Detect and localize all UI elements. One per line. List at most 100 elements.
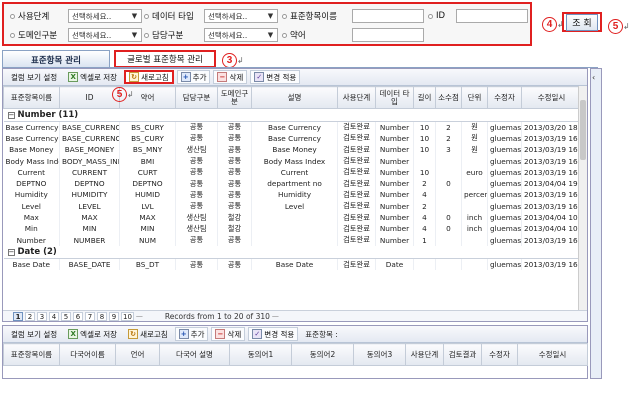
column-header[interactable]: ID [59, 86, 120, 109]
column-header[interactable]: 단위 [461, 86, 488, 109]
scrollbar-thumb[interactable] [580, 100, 586, 160]
column-header[interactable]: 담당구분 [175, 86, 218, 109]
table-row[interactable]: Level LEVEL LVL 공통 공통 Level 검토완료 Number 2 gluemas… [3, 200, 582, 212]
delete-button[interactable]: − 삭제 [213, 70, 248, 84]
usage-stage-select[interactable]: 선택하세요.. ▼ [68, 9, 142, 23]
column-header[interactable]: 수정일시 [517, 343, 588, 366]
column-header[interactable]: 사용단계 [337, 86, 376, 109]
button-label: 변경 적용 [264, 329, 295, 339]
column-view-settings-button[interactable]: 컬럼 보기 설정 [7, 327, 61, 341]
group-row[interactable]: − Date (2) [3, 245, 582, 260]
page-6-button[interactable]: 6 [73, 311, 83, 321]
table-row[interactable]: Base Date BASE_DATE BS_DT 공통 공통 Base Date 검토완료… [3, 258, 582, 271]
column-header[interactable]: 다국어 설명 [159, 343, 230, 366]
bullet-icon [144, 13, 149, 19]
page-3-button[interactable]: 3 [37, 311, 47, 321]
column-header[interactable]: 도메인구분 [217, 86, 252, 109]
column-header[interactable]: 언어 [115, 343, 160, 366]
abbreviation-input[interactable] [352, 28, 424, 42]
table-cell [435, 258, 462, 271]
search-button[interactable]: 조 회 [566, 13, 598, 31]
delete-button[interactable]: − 삭제 [211, 327, 246, 341]
table-row[interactable]: DEPTNO DEPTNO DEPTNO 공통 공통 department no 검토완료 N… [3, 177, 582, 190]
page-5-button[interactable]: 5 [61, 311, 71, 321]
column-header[interactable]: 동의어2 [291, 343, 354, 366]
page-4-button[interactable]: 4 [49, 311, 59, 321]
column-header[interactable]: 동의어1 [229, 343, 292, 366]
tab-bar: 표준항목 관리 글로벌 표준항목 관리 [2, 50, 602, 68]
table-cell: 검토완료 [337, 132, 376, 145]
collapse-icon[interactable]: ‹ [592, 73, 595, 82]
table-cell: gluemast [487, 177, 522, 190]
tab-standard-items[interactable]: 표준항목 관리 [2, 50, 110, 68]
column-header[interactable]: 검토결과 [443, 343, 482, 366]
table-cell: Base Date [251, 258, 338, 271]
refresh-button[interactable]: ↻ 새로고침 [124, 327, 172, 341]
collapse-group-icon[interactable]: − [7, 112, 15, 119]
domain-select[interactable]: 선택하세요.. ▼ [68, 28, 142, 42]
table-cell: 공통 [217, 144, 252, 156]
table-cell: 원 [461, 132, 488, 145]
excel-save-button[interactable]: X 엑셀로 저장 [64, 70, 121, 84]
table-row[interactable]: Base Currency3BASE_CURRENCY3BS_CURY공통공통B… [3, 132, 582, 145]
table-cell: gluemast [487, 234, 522, 246]
table-row[interactable]: Max MAX MAX 생산팀 철강 검토완료 Number 4 0 inch gluemast 20… [3, 211, 582, 224]
refresh-button[interactable]: ↻ 새로고침 [124, 70, 174, 84]
page-9-button[interactable]: 9 [109, 311, 119, 321]
add-button[interactable]: + 추가 [176, 70, 211, 84]
column-header[interactable]: 소수점 [435, 86, 462, 109]
table-row[interactable]: Number NUMBER NUM 공통 공통 검토완료 Number 1 gluemast 20… [3, 234, 582, 246]
table-cell: gluemast [487, 200, 522, 212]
add-button[interactable]: + 추가 [174, 327, 209, 341]
column-view-settings-button[interactable]: 컬럼 보기 설정 [7, 70, 61, 84]
pager-separator: — [135, 312, 143, 320]
tab-global-standard-items[interactable]: 글로벌 표준항목 관리 [114, 50, 216, 68]
table-row[interactable]: Body Mass IndexBODY_MASS_INDEXBMI공통공통Bod… [3, 155, 582, 167]
minus-icon: − [217, 72, 228, 82]
column-header[interactable]: 수정일시 [521, 86, 582, 109]
table-cell [461, 234, 488, 246]
standard-name-input[interactable] [352, 9, 424, 23]
column-header[interactable]: 길이 [413, 86, 436, 109]
table-row[interactable]: Humidity HUMIDITY HUMID 공통 공통 Humidity 검토완료 Num… [3, 189, 582, 201]
page-1-button[interactable]: 1 [13, 311, 23, 321]
table-cell: 4 [413, 189, 436, 201]
data-type-select[interactable]: 선택하세요.. ▼ [204, 9, 278, 23]
column-header[interactable]: 다국어이름 [59, 343, 116, 366]
column-header[interactable]: 표준항목이름 [3, 86, 60, 109]
column-header[interactable]: 데이터 타입 [375, 86, 414, 109]
table-cell: 공통 [217, 155, 252, 167]
apply-changes-button[interactable]: ✓ 변경 적용 [248, 327, 299, 341]
table-row[interactable]: Current CURRENT CURT 공통 공통 Current 검토완료 Number 1… [3, 166, 582, 178]
table-cell: 0 [435, 211, 462, 224]
page-7-button[interactable]: 7 [85, 311, 95, 321]
excel-save-button[interactable]: X 엑셀로 저장 [64, 327, 121, 341]
collapse-group-icon[interactable]: − [7, 249, 15, 257]
table-cell: BS_DT [119, 258, 176, 271]
side-panel-bar[interactable]: ‹ [590, 68, 602, 379]
column-header[interactable]: 수정자 [481, 343, 518, 366]
table-row[interactable]: Base Currency BASE_CURRENCY BS_CURY 공통 공통 Bas… [3, 121, 582, 133]
owner-select[interactable]: 선택하세요.. ▼ [204, 28, 278, 42]
vertical-scrollbar[interactable] [578, 86, 587, 312]
group-header[interactable]: − Date (2) [3, 245, 582, 260]
page-8-button[interactable]: 8 [97, 311, 107, 321]
column-header[interactable]: 표준항목이름 [3, 343, 60, 366]
table-cell [413, 155, 436, 167]
column-header[interactable]: 동의어3 [353, 343, 406, 366]
column-header[interactable]: 설명 [251, 86, 338, 109]
table-cell: 1 [413, 234, 436, 246]
table-cell: Base Money [251, 144, 338, 156]
page-10-button[interactable]: 10 [121, 311, 134, 321]
group-header[interactable]: − Number (11) [3, 108, 582, 122]
column-header[interactable]: 사용단계 [405, 343, 444, 366]
table-row[interactable]: Min MIN MIN 생산팀 철강 검토완료 Number 4 0 inch gluemast 20… [3, 223, 582, 235]
group-row[interactable]: − Number (11) [3, 108, 582, 122]
id-input[interactable] [456, 9, 528, 23]
table-row[interactable]: Base Money BASE_MONEY BS_MNY 생산팀 공통 Base Mone… [3, 144, 582, 156]
apply-changes-button[interactable]: ✓ 변경 적용 [250, 70, 301, 84]
page-2-button[interactable]: 2 [25, 311, 35, 321]
column-header[interactable]: 수정자 [487, 86, 522, 109]
table-cell: 검토완료 [337, 189, 376, 201]
table-cell: 2013/03/19 16:5 [521, 234, 582, 246]
